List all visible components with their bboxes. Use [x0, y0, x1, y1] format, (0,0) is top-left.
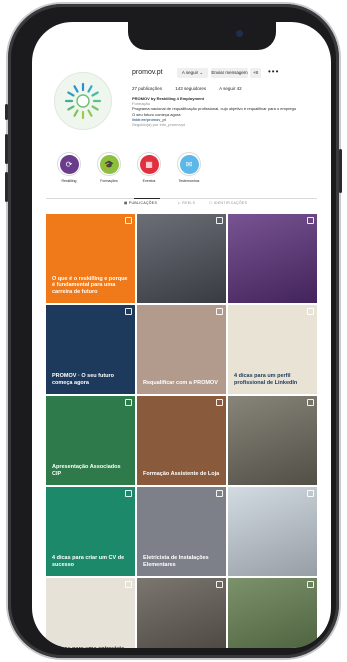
- post-tile[interactable]: [228, 396, 317, 485]
- highlight-label: Eventos: [142, 179, 156, 183]
- carousel-icon: [125, 581, 132, 588]
- username: promov.pt: [132, 69, 163, 76]
- phone-frame: promov.pt A seguir ⌄ Enviar mensagem +8 …: [5, 4, 342, 658]
- post-tile[interactable]: 4 dicas para criar um CV de sucesso: [46, 487, 135, 576]
- carousel-icon: [216, 490, 223, 497]
- carousel-icon: [216, 399, 223, 406]
- carousel-icon: [216, 308, 223, 315]
- graduation-icon: 🎓: [99, 154, 119, 174]
- carousel-icon: [125, 308, 132, 315]
- followed-by[interactable]: Seguido(a) por info_promovpt: [132, 122, 312, 127]
- highlight-label: Reskilling: [61, 179, 77, 183]
- post-photo: [228, 578, 317, 648]
- post-tile[interactable]: Formação Assistente de Loja: [137, 396, 226, 485]
- post-photo: [228, 396, 317, 485]
- followers-count[interactable]: 143 seguidores: [175, 86, 206, 91]
- post-photo: [137, 578, 226, 648]
- carousel-icon: [307, 490, 314, 497]
- active-tab-indicator: [134, 198, 160, 199]
- post-caption: PROMOV · O seu futuro começa agora: [52, 373, 115, 386]
- post-tile[interactable]: 4 dicas para um perfil profissional de L…: [228, 305, 317, 394]
- carousel-icon: [216, 581, 223, 588]
- highlight-ring: ⟳: [57, 152, 81, 176]
- carousel-icon: [125, 399, 132, 406]
- carousel-icon: [307, 399, 314, 406]
- calendar-icon: ▦: [139, 154, 159, 174]
- post-caption: 8 dicas para uma entrevista de emprego b…: [52, 646, 129, 648]
- highlight-ring: 🎓: [97, 152, 121, 176]
- carousel-icon: [307, 217, 314, 224]
- highlight-testemunhos[interactable]: ✉ Testemunhos: [174, 152, 204, 183]
- phone-screen: promov.pt A seguir ⌄ Enviar mensagem +8 …: [32, 22, 331, 648]
- suggest-button[interactable]: +8: [250, 68, 261, 78]
- camera-dot: [236, 30, 243, 37]
- post-caption: 4 dicas para criar um CV de sucesso: [52, 555, 125, 568]
- volume-down-button: [5, 172, 8, 202]
- highlight-formações[interactable]: 🎓 Formações: [94, 152, 124, 183]
- promov-logo-icon: [64, 82, 102, 120]
- tab-2[interactable]: ☐ IDENTIFICAÇÕES: [209, 201, 247, 205]
- volume-up-button: [5, 134, 8, 164]
- refresh-icon: ⟳: [59, 154, 79, 174]
- post-tile[interactable]: Requalificar com a PROMOV: [137, 305, 226, 394]
- posts-count: 27 publicações: [132, 86, 163, 91]
- message-button[interactable]: Enviar mensagem: [211, 68, 248, 78]
- highlight-ring: ▦: [137, 152, 161, 176]
- tab-1[interactable]: ▷ REELS: [178, 201, 195, 205]
- bio-text: Programa nacional de requalificação prof…: [132, 106, 297, 112]
- post-tile[interactable]: Apresentação Associados CIP: [46, 396, 135, 485]
- highlight-ring: ✉: [177, 152, 201, 176]
- post-tile[interactable]: [137, 578, 226, 648]
- post-tile[interactable]: [228, 578, 317, 648]
- profile-page: promov.pt A seguir ⌄ Enviar mensagem +8 …: [46, 64, 317, 648]
- post-photo: [228, 487, 317, 576]
- posts-grid: O que é o reskilling e porque é fundamen…: [46, 214, 317, 648]
- post-caption: 4 dicas para um perfil profissional de L…: [234, 373, 298, 386]
- carousel-icon: [216, 217, 223, 224]
- post-photo: [228, 214, 317, 303]
- highlight-reskilling[interactable]: ⟳ Reskilling: [54, 152, 84, 183]
- post-caption: Apresentação Associados CIP: [52, 464, 121, 477]
- following-button[interactable]: A seguir ⌄: [177, 68, 208, 78]
- post-tile[interactable]: [137, 214, 226, 303]
- story-highlights: ⟳ Reskilling 🎓 Formações ▦ Eventos ✉ Testemunho…: [46, 152, 317, 198]
- post-tile[interactable]: O que é o reskilling e porque é fundamen…: [46, 214, 135, 303]
- profile-bio: PROMOV by Reskilling 4 Employment Formaç…: [132, 96, 312, 127]
- notch: [128, 22, 276, 50]
- post-caption: Eletricista de Instalações Elementares: [143, 555, 209, 568]
- profile-tabs: ▦ PUBLICAÇÕES ▷ REELS ☐ IDENTIFICAÇÕES: [46, 198, 317, 213]
- carousel-icon: [307, 581, 314, 588]
- post-tile[interactable]: Eletricista de Instalações Elementares: [137, 487, 226, 576]
- carousel-icon: [125, 490, 132, 497]
- avatar[interactable]: [54, 72, 112, 130]
- post-caption: O que é o reskilling e porque é fundamen…: [52, 275, 128, 295]
- highlight-eventos[interactable]: ▦ Eventos: [134, 152, 164, 183]
- following-count[interactable]: A seguir 42: [219, 86, 242, 91]
- power-button: [339, 149, 342, 193]
- chat-icon: ✉: [179, 154, 199, 174]
- post-tile[interactable]: 8 dicas para uma entrevista de emprego b…: [46, 578, 135, 648]
- post-tile[interactable]: PROMOV · O seu futuro começa agora: [46, 305, 135, 394]
- post-caption: Requalificar com a PROMOV: [143, 379, 218, 386]
- more-options-icon[interactable]: •••: [268, 67, 279, 76]
- highlight-label: Testemunhos: [178, 179, 200, 183]
- profile-stats: 27 publicações 143 seguidores A seguir 4…: [132, 86, 254, 91]
- carousel-icon: [307, 308, 314, 315]
- tab-0[interactable]: ▦ PUBLICAÇÕES: [124, 201, 157, 205]
- carousel-icon: [125, 217, 132, 224]
- silent-switch: [5, 104, 8, 120]
- post-tile[interactable]: [228, 487, 317, 576]
- post-caption: Formação Assistente de Loja: [143, 470, 220, 477]
- post-tile[interactable]: [228, 214, 317, 303]
- profile-header: promov.pt A seguir ⌄ Enviar mensagem +8 …: [46, 64, 317, 144]
- highlight-label: Formações: [100, 179, 118, 183]
- post-photo: [137, 214, 226, 303]
